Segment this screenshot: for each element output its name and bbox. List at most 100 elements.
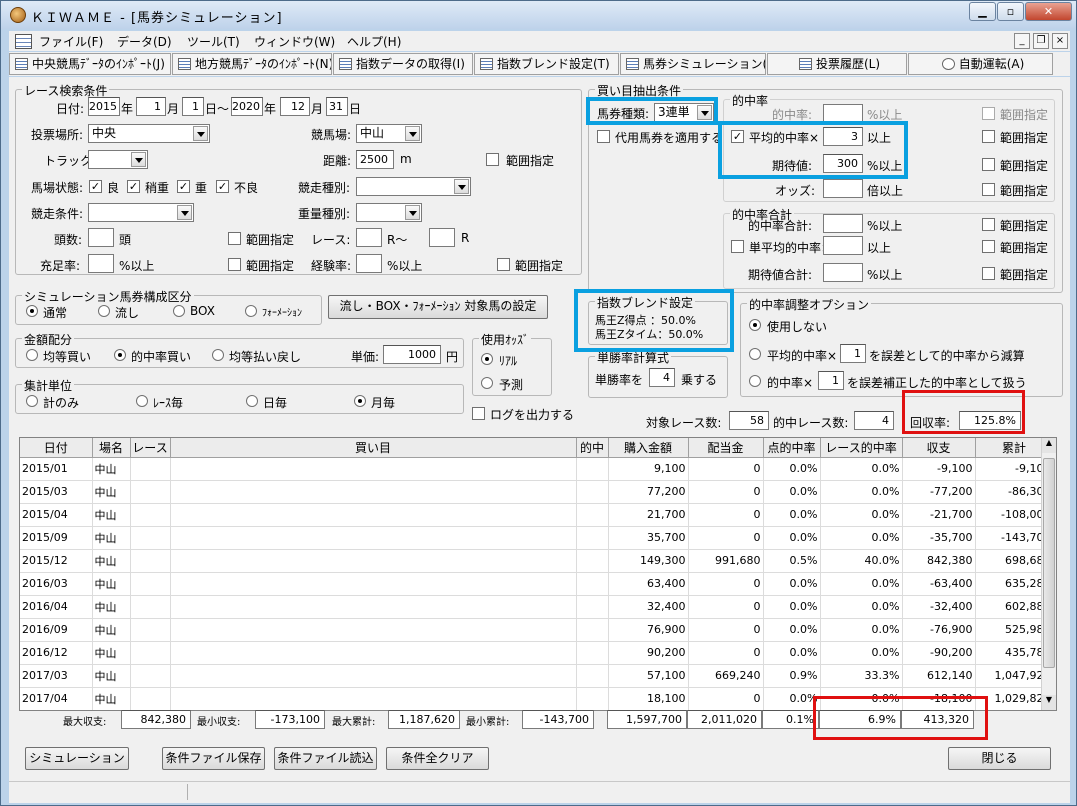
output-log-checkbox[interactable]: [472, 407, 485, 420]
scroll-down-icon[interactable]: ▼: [1042, 695, 1056, 710]
import-central-button[interactable]: 中央競馬ﾃﾞｰﾀのｲﾝﾎﾟｰﾄ(J): [9, 53, 171, 75]
from-year-field[interactable]: 2015: [88, 97, 120, 116]
table-row[interactable]: 2015/01 中山 9,100 0 0.0% 0.0% -9,100 -9,100: [20, 457, 1054, 481]
adjust-correct-field[interactable]: 1: [818, 371, 844, 390]
column-header[interactable]: 購入金額: [608, 438, 689, 458]
column-header[interactable]: 的中: [576, 438, 609, 458]
agg-month-radio[interactable]: [354, 395, 366, 407]
agg-total-radio[interactable]: [26, 395, 38, 407]
column-header[interactable]: レース: [130, 438, 171, 458]
table-row[interactable]: 2017/03 中山 57,100 669,240 0.9% 33.3% 612,140 1,…: [20, 664, 1054, 688]
mdi-restore-button[interactable]: ❐: [1033, 33, 1049, 49]
money-equal-payout-radio[interactable]: [212, 349, 224, 361]
weight-kind-select[interactable]: [356, 203, 422, 222]
to-month-field[interactable]: 12: [280, 97, 310, 116]
target-horse-button[interactable]: 流し・BOX・ﾌｫｰﾒｰｼｮﾝ 対象馬の設定: [328, 295, 548, 319]
menu-help[interactable]: ヘルプ(H): [347, 33, 401, 50]
column-header[interactable]: 日付: [20, 438, 93, 458]
column-header[interactable]: 収支: [902, 438, 976, 458]
agg-day-radio[interactable]: [246, 395, 258, 407]
adjust-avg-field[interactable]: 1: [840, 344, 866, 363]
column-header[interactable]: 点的中率: [763, 438, 821, 458]
menu-data[interactable]: データ(D): [117, 33, 172, 50]
mdi-minimize-button[interactable]: _: [1014, 33, 1030, 49]
cond-bad-checkbox[interactable]: ✓: [216, 180, 229, 193]
hit-total-range-checkbox[interactable]: [982, 218, 995, 231]
clear-conditions-button[interactable]: 条件全クリア: [386, 747, 489, 770]
expected-total-range-checkbox[interactable]: [982, 267, 995, 280]
odds-range-checkbox[interactable]: [982, 183, 995, 196]
heads-field[interactable]: [88, 228, 114, 247]
vote-history-button[interactable]: 投票履歴(L): [767, 53, 907, 75]
single-avg-range-checkbox[interactable]: [982, 240, 995, 253]
race-to-field[interactable]: [429, 228, 455, 247]
column-header[interactable]: 買い目: [170, 438, 577, 458]
sim-formation-radio[interactable]: [245, 305, 257, 317]
index-blend-button[interactable]: 指数ブレンド設定(T): [474, 53, 619, 75]
single-avg-field[interactable]: [823, 236, 863, 255]
heads-range-checkbox[interactable]: [228, 232, 241, 245]
race-from-field[interactable]: [356, 228, 382, 247]
sim-normal-radio[interactable]: [26, 305, 38, 317]
close-window-button[interactable]: ✕: [1025, 2, 1072, 21]
agg-race-radio[interactable]: [136, 395, 148, 407]
ticket-simulation-button[interactable]: 馬券シミュレーション(B): [620, 53, 766, 75]
to-day-field[interactable]: 31: [326, 97, 348, 116]
hit-rate-range-checkbox[interactable]: [982, 107, 995, 120]
from-day-field[interactable]: 1: [182, 97, 204, 116]
experience-field[interactable]: [356, 254, 382, 273]
close-button[interactable]: 閉じる: [948, 747, 1051, 770]
get-index-button[interactable]: 指数データの取得(I): [333, 53, 473, 75]
cond-slightly-heavy-checkbox[interactable]: ✓: [127, 180, 140, 193]
table-row[interactable]: 2016/09 中山 76,900 0 0.0% 0.0% -76,900 525,980: [20, 618, 1054, 642]
single-avg-checkbox[interactable]: [731, 240, 744, 253]
auto-run-button[interactable]: 自動運転(A): [908, 53, 1053, 75]
table-row[interactable]: 2015/12 中山 149,300 991,680 0.5% 40.0% 842,380 6…: [20, 549, 1054, 573]
to-year-field[interactable]: 2020: [231, 97, 263, 116]
expected-range-checkbox[interactable]: [982, 158, 995, 171]
distance-field[interactable]: 2500: [356, 150, 394, 169]
table-row[interactable]: 2016/12 中山 90,200 0 0.0% 0.0% -90,200 435,780: [20, 641, 1054, 665]
table-row[interactable]: 2015/03 中山 77,200 0 0.0% 0.0% -77,200 -86,300: [20, 480, 1054, 504]
substitute-ticket-checkbox[interactable]: [597, 130, 610, 143]
table-row[interactable]: 2015/09 中山 35,700 0 0.0% 0.0% -35,700 -143,700: [20, 526, 1054, 550]
cond-heavy-checkbox[interactable]: ✓: [177, 180, 190, 193]
cond-good-checkbox[interactable]: ✓: [89, 180, 102, 193]
adjust-avg-radio[interactable]: [749, 348, 761, 360]
track-select[interactable]: [88, 150, 148, 169]
fill-rate-field[interactable]: [88, 254, 114, 273]
sim-nagashi-radio[interactable]: [98, 305, 110, 317]
adjust-correct-radio[interactable]: [749, 375, 761, 387]
venue-select[interactable]: 中央: [88, 124, 210, 143]
results-scrollbar[interactable]: ▲ ▼: [1041, 438, 1056, 710]
experience-range-checkbox[interactable]: [497, 258, 510, 271]
mdi-close-button[interactable]: ×: [1052, 33, 1068, 49]
course-select[interactable]: 中山: [356, 124, 422, 143]
table-row[interactable]: 2016/04 中山 32,400 0 0.0% 0.0% -32,400 602,880: [20, 595, 1054, 619]
scroll-up-icon[interactable]: ▲: [1042, 438, 1056, 453]
menu-tools[interactable]: ツール(T): [187, 33, 240, 50]
sim-box-radio[interactable]: [173, 305, 185, 317]
avg-hit-range-checkbox[interactable]: [982, 130, 995, 143]
load-conditions-button[interactable]: 条件ファイル読込: [274, 747, 377, 770]
unit-price-field[interactable]: 1000: [383, 345, 441, 364]
odds-forecast-radio[interactable]: [481, 377, 493, 389]
import-local-button[interactable]: 地方競馬ﾃﾞｰﾀのｲﾝﾎﾟｰﾄ(N): [172, 53, 332, 75]
table-row[interactable]: 2016/03 中山 63,400 0 0.0% 0.0% -63,400 635,280: [20, 572, 1054, 596]
money-equal-radio[interactable]: [26, 349, 38, 361]
column-header[interactable]: 配当金: [688, 438, 764, 458]
menu-window[interactable]: ウィンドウ(W): [254, 33, 335, 50]
odds-field[interactable]: [823, 179, 863, 198]
menu-file[interactable]: ファイル(F): [39, 33, 103, 50]
distance-range-checkbox[interactable]: [486, 153, 499, 166]
simulate-button[interactable]: シミュレーション: [25, 747, 129, 770]
column-header[interactable]: レース的中率: [820, 438, 903, 458]
odds-real-radio[interactable]: [481, 353, 493, 365]
money-hitrate-radio[interactable]: [114, 349, 126, 361]
fill-range-checkbox[interactable]: [228, 258, 241, 271]
race-condition-select[interactable]: [88, 203, 194, 222]
single-power-field[interactable]: 4: [649, 368, 675, 387]
from-month-field[interactable]: 1: [136, 97, 166, 116]
minimize-button[interactable]: ▁: [969, 2, 996, 21]
race-kind-select[interactable]: [356, 177, 471, 196]
